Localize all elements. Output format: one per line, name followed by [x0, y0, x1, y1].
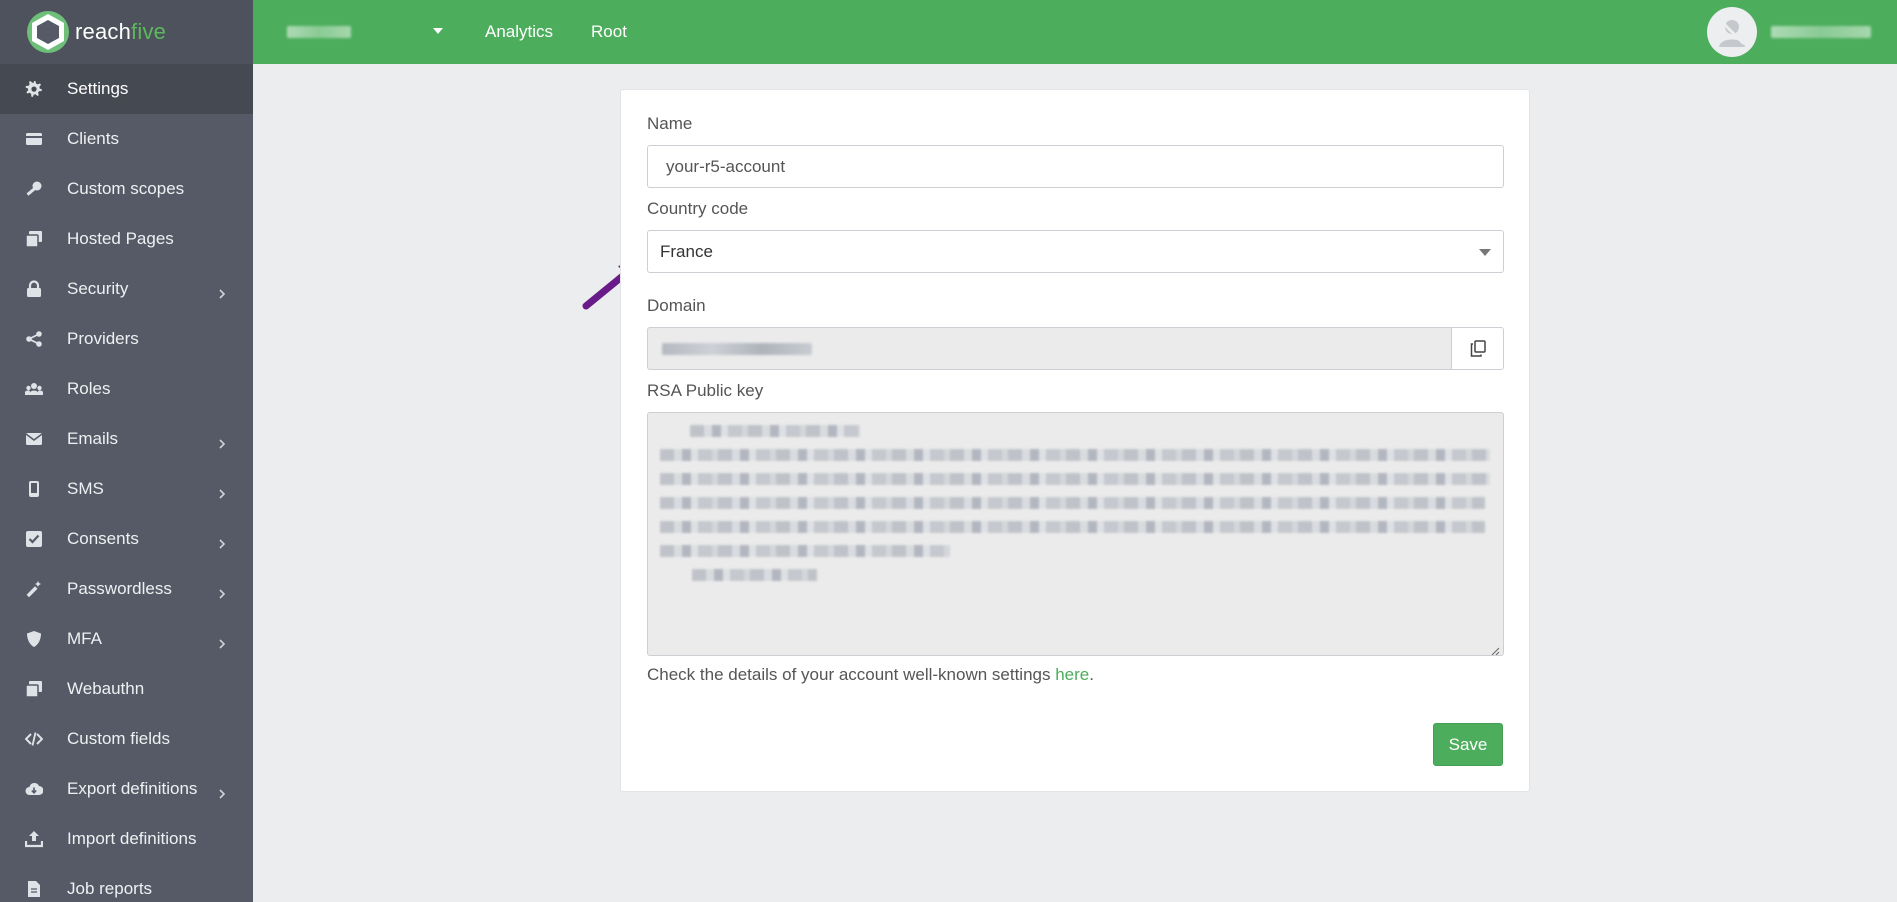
- sidebar-item-hosted-pages[interactable]: Hosted Pages: [0, 214, 253, 264]
- pages-icon: [25, 230, 43, 248]
- file-icon: [25, 880, 43, 898]
- chevron-right-icon: [217, 584, 227, 599]
- sidebar-item-label: SMS: [67, 479, 104, 498]
- project-name-redacted: [287, 26, 351, 38]
- sidebar-item-consents[interactable]: Consents: [0, 514, 253, 564]
- sidebar-item-settings[interactable]: Settings: [0, 64, 253, 114]
- sidebar-item-label: Webauthn: [67, 679, 145, 698]
- resize-handle-icon[interactable]: [1491, 643, 1500, 655]
- sidebar-item-job-reports[interactable]: Job reports: [0, 864, 253, 902]
- rsa-public-key-textarea[interactable]: [647, 412, 1504, 656]
- user-icon: [1718, 18, 1746, 47]
- share-icon: [25, 330, 43, 348]
- sidebar-item-emails[interactable]: Emails: [0, 414, 253, 464]
- caret-down-icon: [1479, 249, 1491, 256]
- sidebar-item-label: Providers: [67, 329, 139, 348]
- sidebar-item-label: Settings: [67, 79, 129, 98]
- card-icon: [25, 130, 43, 148]
- country-code-select[interactable]: France: [647, 230, 1504, 273]
- caret-down-icon: [433, 28, 443, 34]
- sidebar-item-label: Roles: [67, 379, 111, 398]
- users-icon: [25, 380, 43, 398]
- sidebar-item-providers[interactable]: Providers: [0, 314, 253, 364]
- sidebar-item-label: Job reports: [67, 879, 153, 898]
- settings-card: Name your-r5-account Country code France…: [620, 89, 1530, 792]
- checkbox-icon: [25, 530, 43, 548]
- name-input[interactable]: your-r5-account: [647, 145, 1504, 188]
- sidebar-item-security[interactable]: Security: [0, 264, 253, 314]
- rsa-key-line-redacted: [690, 425, 860, 437]
- pages-icon: [25, 680, 43, 698]
- chevron-right-icon: [217, 434, 227, 449]
- country-code-value: France: [660, 241, 713, 261]
- user-name-redacted: [1771, 26, 1871, 38]
- sidebar-item-label: Passwordless: [67, 579, 172, 598]
- sidebar-item-label: Security: [67, 279, 129, 298]
- sidebar-item-label: Custom fields: [67, 729, 170, 748]
- copy-icon: [1470, 340, 1486, 357]
- chevron-right-icon: [217, 634, 227, 649]
- sidebar-item-clients[interactable]: Clients: [0, 114, 253, 164]
- rsa-key-line-redacted: [660, 545, 950, 557]
- chevron-right-icon: [217, 784, 227, 799]
- country-code-label: Country code: [647, 199, 749, 218]
- rsa-key-line-redacted: [660, 449, 1490, 461]
- brand-logo[interactable]: reachfive: [0, 0, 253, 64]
- sidebar-item-import-definitions[interactable]: Import definitions: [0, 814, 253, 864]
- sidebar-item-label: Export definitions: [67, 779, 198, 798]
- upload-icon: [25, 830, 43, 848]
- mobile-icon: [25, 480, 43, 498]
- nav-link-root[interactable]: Root: [591, 22, 627, 42]
- rsa-key-line-redacted: [660, 497, 1485, 509]
- key-icon: [25, 180, 43, 198]
- name-label: Name: [647, 114, 693, 133]
- sidebar-item-passwordless[interactable]: Passwordless: [0, 564, 253, 614]
- sidebar-item-label: Custom scopes: [67, 179, 185, 198]
- chevron-right-icon: [217, 284, 227, 299]
- rsa-key-line-redacted: [692, 569, 817, 581]
- avatar: [1707, 7, 1757, 57]
- sidebar: reachfive Settings Clients Custom scopes Ho…: [0, 0, 253, 902]
- magic-wand-icon: [25, 580, 43, 598]
- rsa-key-line-redacted: [660, 521, 1485, 533]
- brand-name: reachfive: [75, 19, 167, 44]
- save-button[interactable]: Save: [1433, 723, 1503, 766]
- nav-link-analytics[interactable]: Analytics: [485, 22, 553, 42]
- sidebar-item-label: MFA: [67, 629, 102, 648]
- sidebar-item-roles[interactable]: Roles: [0, 364, 253, 414]
- gear-icon: [25, 80, 43, 98]
- domain-input[interactable]: [647, 327, 1451, 370]
- code-icon: [25, 730, 43, 748]
- sidebar-item-label: Clients: [67, 129, 119, 148]
- top-navbar: Analytics Root: [253, 0, 1897, 64]
- sidebar-item-sms[interactable]: SMS: [0, 464, 253, 514]
- sidebar-item-webauthn[interactable]: Webauthn: [0, 664, 253, 714]
- envelope-icon: [25, 430, 43, 448]
- domain-value-redacted: [662, 342, 812, 355]
- sidebar-item-custom-scopes[interactable]: Custom scopes: [0, 164, 253, 214]
- reachfive-logo-icon: [27, 11, 69, 53]
- copy-domain-button[interactable]: [1451, 327, 1504, 370]
- sidebar-item-label: Consents: [67, 529, 139, 548]
- user-menu[interactable]: [1707, 7, 1871, 57]
- rsa-public-key-label: RSA Public key: [647, 381, 764, 400]
- cloud-download-icon: [25, 780, 43, 798]
- well-known-help-text: Check the details of your account well-k…: [647, 665, 1094, 684]
- shield-icon: [25, 630, 43, 648]
- sidebar-item-label: Hosted Pages: [67, 229, 174, 248]
- project-selector[interactable]: [253, 0, 443, 64]
- chevron-right-icon: [217, 534, 227, 549]
- rsa-key-line-redacted: [660, 473, 1490, 485]
- well-known-link[interactable]: here: [1055, 665, 1089, 684]
- sidebar-item-label: Import definitions: [67, 829, 197, 848]
- lock-icon: [25, 280, 43, 298]
- sidebar-item-mfa[interactable]: MFA: [0, 614, 253, 664]
- sidebar-item-label: Emails: [67, 429, 119, 448]
- domain-field: [647, 327, 1504, 370]
- sidebar-item-custom-fields[interactable]: Custom fields: [0, 714, 253, 764]
- sidebar-nav: Settings Clients Custom scopes Hosted Pages…: [0, 64, 253, 902]
- domain-label: Domain: [647, 296, 706, 315]
- chevron-right-icon: [217, 484, 227, 499]
- sidebar-item-export-definitions[interactable]: Export definitions: [0, 764, 253, 814]
